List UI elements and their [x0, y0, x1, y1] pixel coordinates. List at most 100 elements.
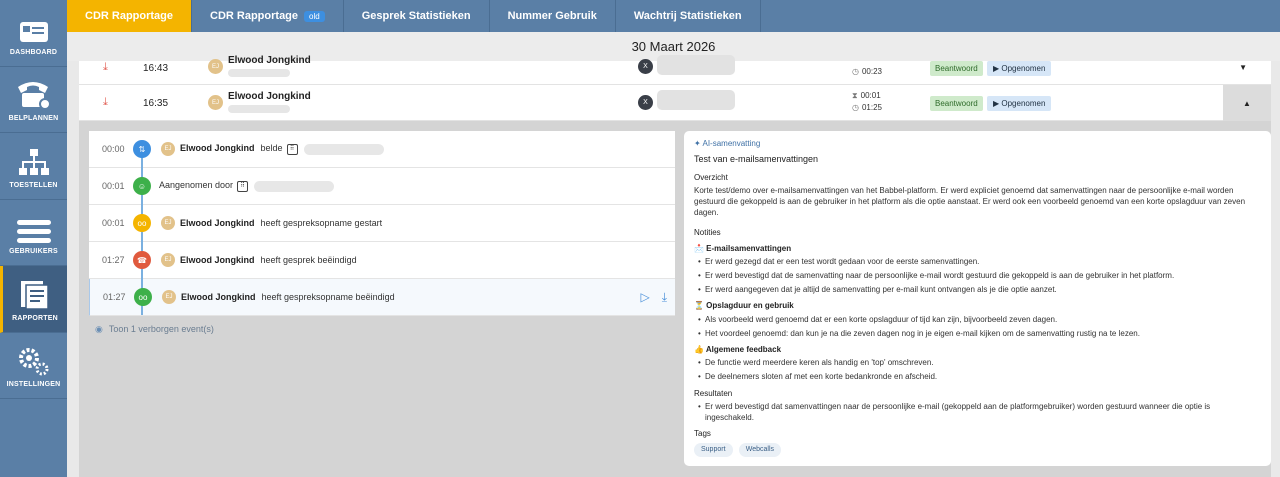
event-time: 00:01 [102, 218, 125, 228]
tab-cdr-rapportage[interactable]: CDR Rapportage [67, 0, 193, 37]
tab-gesprek-statistieken[interactable]: Gesprek Statistieken [344, 0, 490, 32]
list-item: Er werd aangegeven dat je altijd de same… [698, 284, 1261, 295]
event-user: Elwood Jongkind [181, 292, 256, 302]
users-bars-icon [16, 220, 51, 243]
recording-label: Opgenomen [1001, 64, 1046, 73]
section-list: Er werd gezegd dat er een test wordt ged… [694, 256, 1261, 296]
list-item: Er werd bevestigd dat de samenvatting na… [698, 270, 1261, 281]
event-row: 01:27 ☎ EJ Elwood Jongkind heeft gesprek … [89, 242, 675, 279]
list-item: Er werd bevestigd dat samenvattingen naa… [698, 401, 1261, 423]
sidebar-item-label: BELPLANNEN [8, 115, 59, 122]
avatar: EJ [161, 216, 175, 230]
caller-name: Elwood Jongkind [228, 91, 311, 102]
summary-title: Test van e-mailsamenvattingen [694, 154, 819, 165]
call-time: 16:35 [143, 98, 169, 109]
event-timeline: 00:00 ⇅ EJ Elwood Jongkind belde ⠿ 00:01 ☺… [89, 131, 675, 335]
list-item: De functie werd meerdere keren als handi… [698, 357, 1261, 368]
sidebar-item-label: RAPPORTEN [12, 314, 58, 322]
tab-nummer-gebruik[interactable]: Nummer Gebruik [490, 0, 616, 32]
sidebar-item-dashboard[interactable]: DASHBOARD [0, 0, 67, 67]
incoming-call-icon: ⤓ [103, 61, 108, 73]
tab-cdr-rapportage-old[interactable]: CDR Rapportage old [192, 0, 344, 32]
avatar: EJ [161, 142, 175, 156]
dialpad-icon: ⠿ [237, 180, 249, 192]
hangup-icon: ☎ [133, 251, 151, 269]
event-time: 00:00 [102, 144, 125, 154]
call-row[interactable]: ⤓ 16:35 EJ Elwood Jongkind X ⧗ 00:01 ◷ 01:… [79, 85, 1271, 121]
avatar: EJ [161, 253, 175, 267]
ai-summary-label: AI-samenvatting [702, 139, 761, 148]
hierarchy-icon [18, 148, 49, 175]
talk-time: 00:23 [861, 67, 883, 76]
sidebar-item-instellingen[interactable]: INSTELLINGEN [0, 333, 67, 399]
incoming-call-icon: ⤓ [103, 96, 108, 108]
ai-summary-panel: ✦ AI-samenvatting Test van e-mailsamenva… [684, 131, 1271, 466]
notes-heading: Notities [694, 227, 721, 237]
tag-list: Support Webcalls [694, 443, 1261, 458]
avatar: EJ [162, 290, 176, 304]
sidebar-item-label: INSTELLINGEN [6, 381, 61, 388]
phone-gear-icon [17, 82, 51, 110]
tab-label: Wachtrij Statistieken [633, 10, 742, 22]
sidebar-item-toestellen[interactable]: TOESTELLEN [0, 133, 67, 200]
caller-name: Elwood Jongkind [228, 55, 311, 66]
clock-icon: ◷ [852, 103, 859, 112]
tag-chip[interactable]: Support [694, 443, 733, 458]
destination-avatar: X [638, 59, 653, 74]
hourglass-icon: ⧗ [852, 91, 858, 100]
tab-label: CDR Rapportage [210, 10, 299, 22]
sidebar: DASHBOARD BELPLANNEN TOESTELLEN GEBRUIKE… [0, 0, 67, 477]
collapse-caret-icon[interactable]: ▲ [1223, 85, 1271, 121]
event-text: Elwood Jongkind belde ⠿ [180, 143, 384, 155]
call-row[interactable]: ⤓ 16:43 EJ Elwood Jongkind X ◷ 00:23 Bean… [79, 55, 1271, 85]
caller-number-redacted [228, 69, 290, 77]
show-hidden-events-link[interactable]: ◉ Toon 1 verborgen event(s) [89, 324, 675, 335]
list-item: Het voordeel genoemd: dan kun je na die … [698, 328, 1261, 339]
tag-chip[interactable]: Webcalls [738, 443, 782, 458]
event-user: Elwood Jongkind [180, 218, 255, 228]
tags-heading: Tags [694, 429, 711, 439]
list-item: Als voorbeeld werd genoemd dat er een ko… [698, 314, 1261, 325]
section-heading: ⏳ Opslagduur en gebruik [694, 301, 794, 311]
tab-label: CDR Rapportage [85, 10, 174, 22]
eye-icon: ◉ [95, 324, 103, 334]
status-badge: Beantwoord [930, 96, 983, 111]
status-badge: Beantwoord [930, 61, 983, 76]
call-route-icon: ⇅ [133, 140, 151, 158]
hidden-events-label: Toon 1 verborgen event(s) [108, 324, 214, 334]
gears-icon [18, 348, 48, 376]
event-user: Elwood Jongkind [180, 143, 255, 154]
results-heading: Resultaten [694, 388, 733, 398]
event-action: heeft gespreksopname beëindigd [261, 292, 395, 302]
download-icon[interactable]: ⤓ [662, 290, 667, 304]
event-action: heeft gesprek beëindigd [260, 255, 357, 265]
expand-caret-icon[interactable]: ▼ [1239, 63, 1247, 72]
wait-time: 00:01 [860, 91, 881, 100]
ai-summary-header: ✦ AI-samenvatting [694, 138, 1261, 149]
sidebar-item-rapporten[interactable]: RAPPORTEN [0, 266, 67, 333]
destination-redacted [657, 55, 735, 75]
recording-actions: ▷ ⤓ [628, 290, 667, 305]
sidebar-item-label: DASHBOARD [9, 48, 58, 56]
event-time: 00:01 [102, 181, 125, 191]
recording-button[interactable]: ▶ Opgenomen [987, 96, 1052, 111]
event-action: heeft gespreksopname gestart [260, 218, 383, 228]
destination-avatar: X [638, 95, 653, 110]
number-redacted [254, 180, 335, 192]
event-row: 01:27 oo EJ Elwood Jongkind heeft gesprek… [89, 279, 675, 316]
clock-icon: ◷ [852, 67, 859, 76]
results-list: Er werd bevestigd dat samenvattingen naa… [694, 401, 1261, 423]
tab-wachtrij-statistieken[interactable]: Wachtrij Statistieken [616, 0, 761, 32]
call-duration: ⧗ 00:01 ◷ 01:25 [852, 90, 882, 114]
dashboard-icon [19, 21, 48, 42]
recording-button[interactable]: ▶ Opgenomen [987, 61, 1052, 76]
play-icon[interactable]: ▷ [640, 290, 649, 304]
reports-icon [21, 280, 49, 310]
sidebar-item-gebruikers[interactable]: GEBRUIKERS [0, 200, 67, 266]
event-action: Aangenomen door [159, 180, 234, 191]
sidebar-item-label: TOESTELLEN [9, 181, 58, 189]
caller-number-redacted [228, 105, 290, 113]
event-time: 01:27 [102, 255, 125, 265]
overview-heading: Overzicht [694, 172, 728, 182]
sidebar-item-belplannen[interactable]: BELPLANNEN [0, 67, 67, 133]
